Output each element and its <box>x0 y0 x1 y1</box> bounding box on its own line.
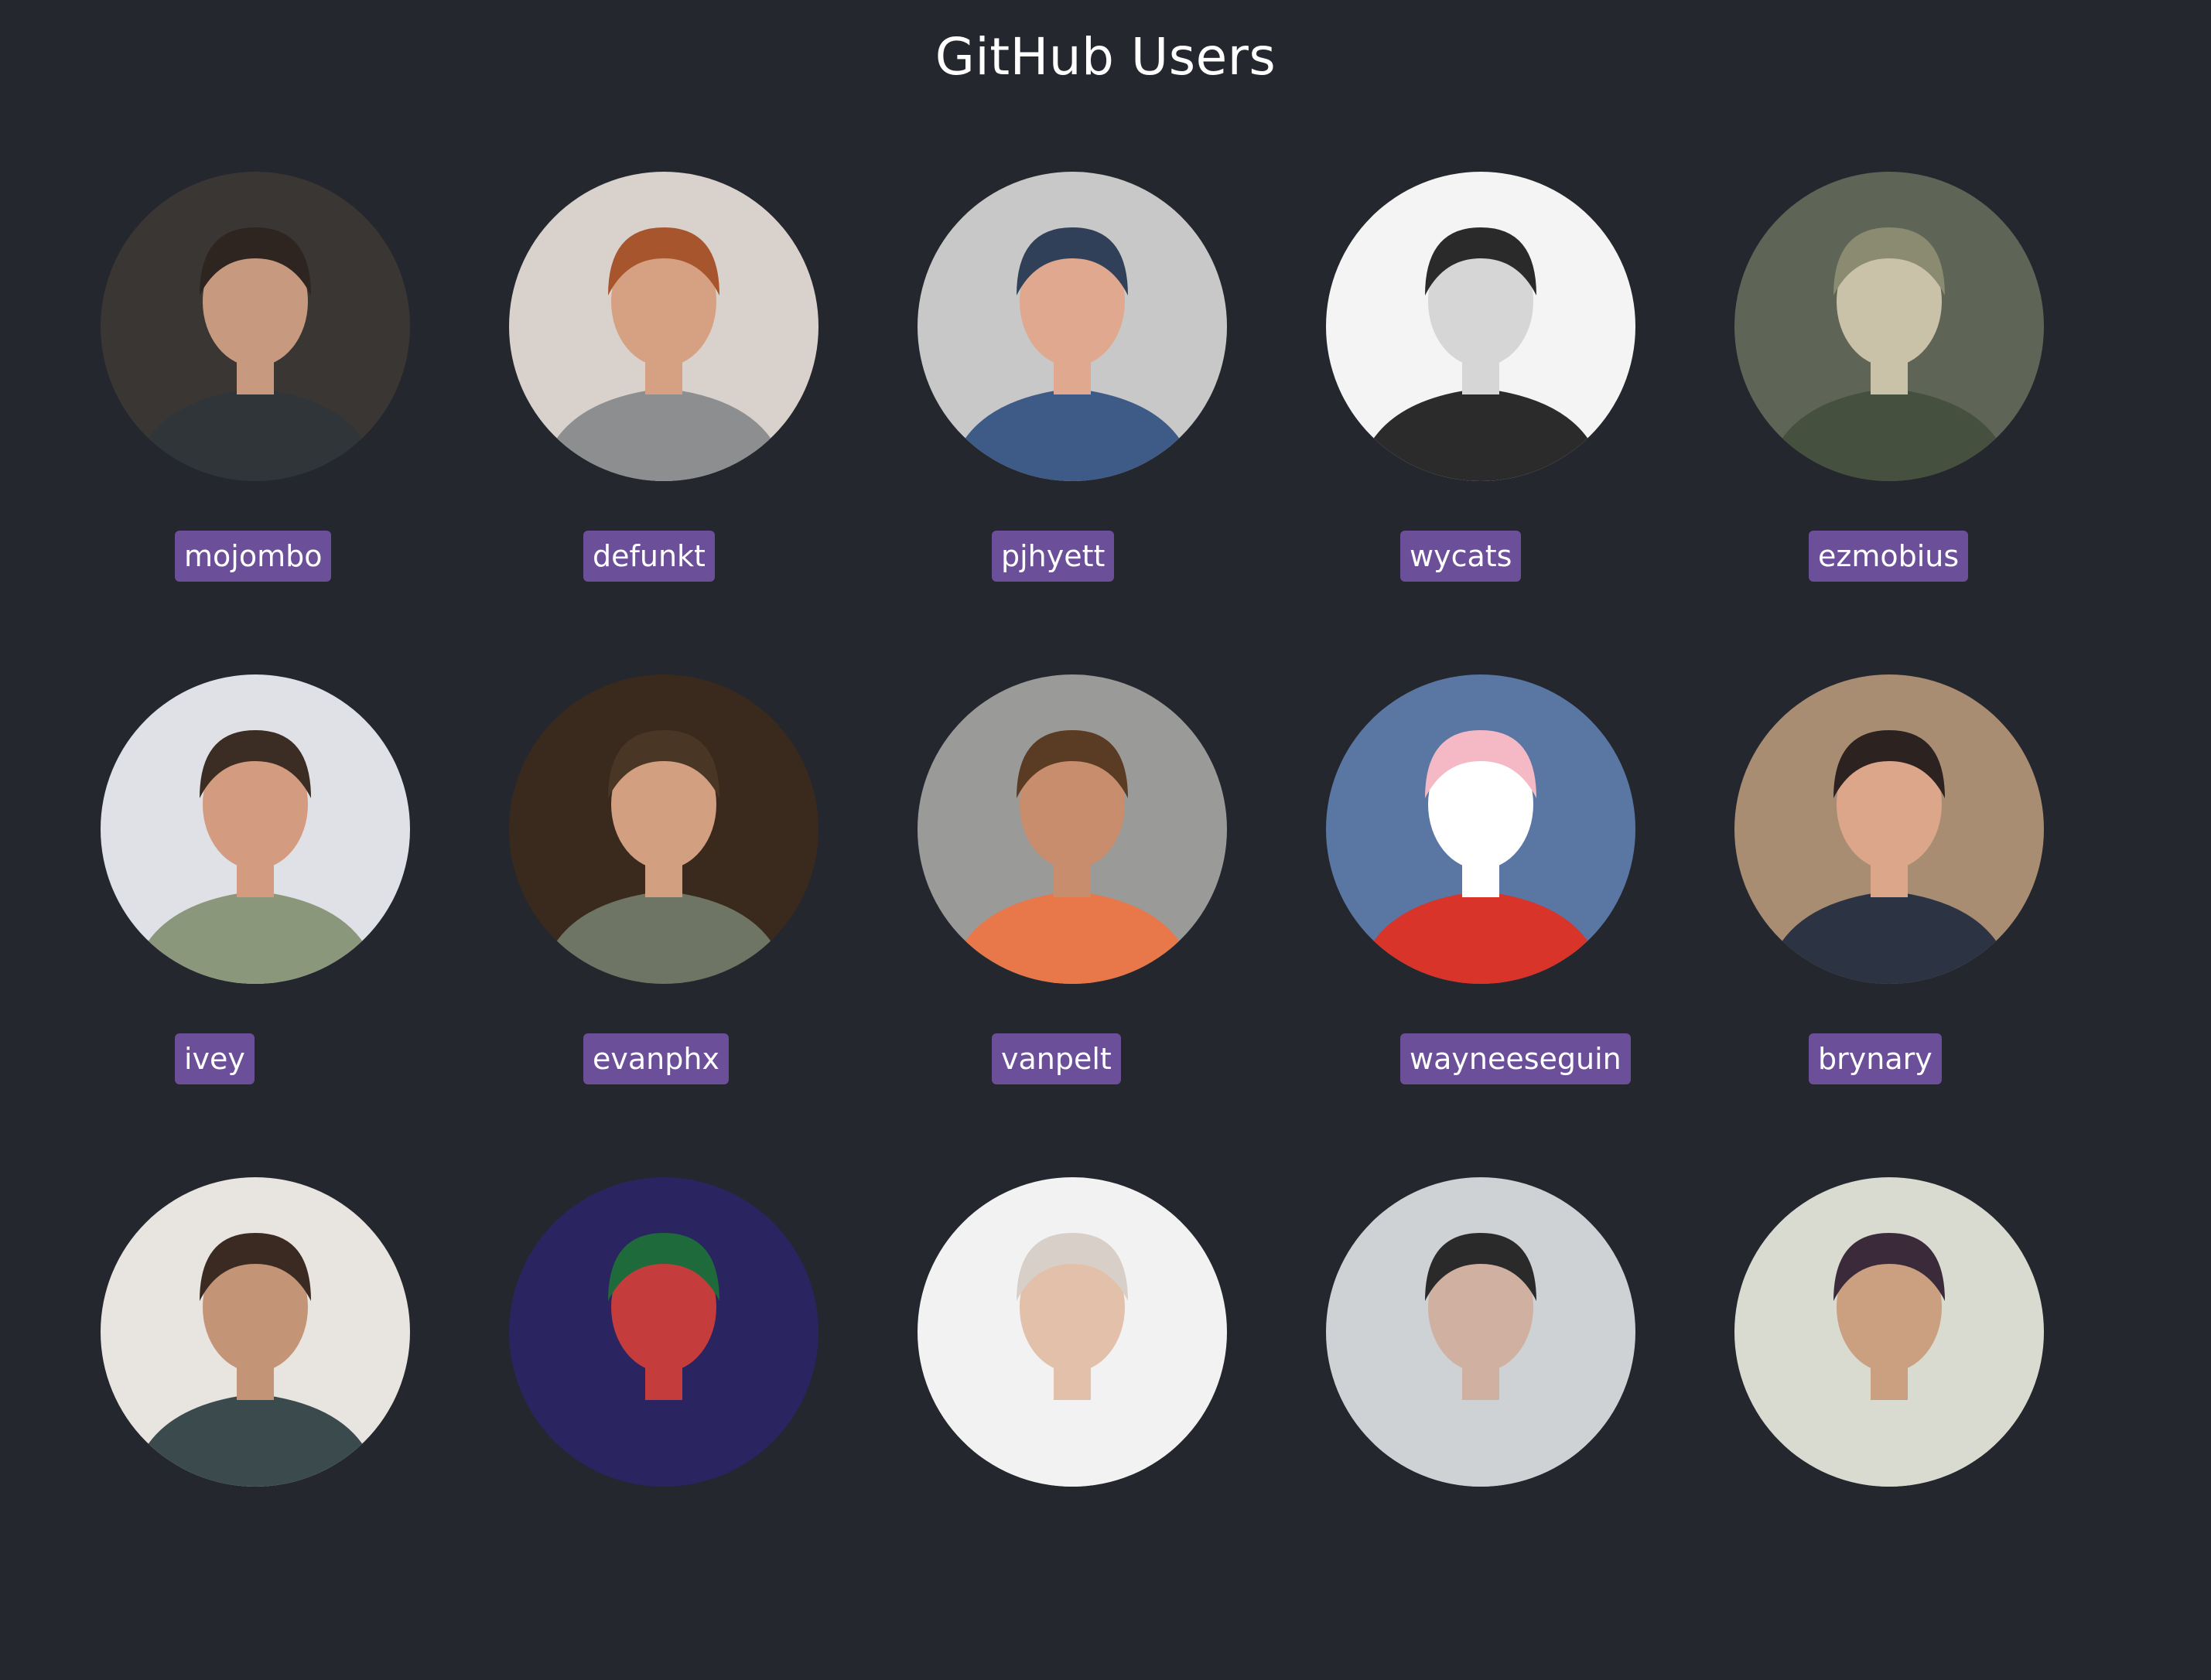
cartoon-mouse-icon-icon <box>1326 674 1635 984</box>
avatar[interactable] <box>101 1177 410 1487</box>
person-photo-icon <box>509 1177 818 1487</box>
avatar[interactable] <box>509 674 818 984</box>
avatar[interactable] <box>1734 172 2044 481</box>
page-title: GitHub Users <box>935 27 1276 87</box>
user-card: brynary <box>1734 674 2044 1177</box>
avatar[interactable] <box>1326 1177 1635 1487</box>
person-bw-photo-icon <box>1326 172 1635 481</box>
user-card: wycats <box>1326 172 1635 674</box>
user-card: ivey <box>101 674 410 1177</box>
avatar[interactable] <box>918 1177 1227 1487</box>
person-photo-icon <box>1734 1177 2044 1487</box>
user-card: defunkt <box>509 172 818 674</box>
username-label[interactable]: pjhyett <box>992 531 1115 582</box>
user-card: pjhyett <box>918 172 1227 674</box>
person-photo-icon <box>101 1177 410 1487</box>
person-windows-logo-photo-icon <box>918 674 1227 984</box>
avatar[interactable] <box>918 674 1227 984</box>
person-glasses-photo-icon <box>1734 674 2044 984</box>
person-photo-icon <box>101 172 410 481</box>
username-label[interactable]: ivey <box>175 1033 255 1084</box>
user-card <box>101 1177 410 1680</box>
person-sunglasses-photo-icon <box>509 172 818 481</box>
person-photo-icon <box>918 1177 1227 1487</box>
user-card: mojombo <box>101 172 410 674</box>
avatar[interactable] <box>918 172 1227 481</box>
alien-drawing-icon <box>1734 172 2044 481</box>
username-label[interactable]: brynary <box>1809 1033 1942 1084</box>
user-grid: mojombo defunkt pjhyett wycats ezmobius ivey e… <box>101 172 2211 1680</box>
user-card: wayneeseguin <box>1326 674 1635 1177</box>
username-label[interactable]: defunkt <box>583 531 715 582</box>
person-photo-icon <box>1326 1177 1635 1487</box>
username-label[interactable]: wycats <box>1400 531 1522 582</box>
user-card <box>509 1177 818 1680</box>
user-card <box>918 1177 1227 1680</box>
avatar[interactable] <box>1734 674 2044 984</box>
username-label[interactable]: mojombo <box>175 531 332 582</box>
avatar[interactable] <box>1326 172 1635 481</box>
avatar[interactable] <box>509 172 818 481</box>
avatar[interactable] <box>1734 1177 2044 1487</box>
user-card: ezmobius <box>1734 172 2044 674</box>
username-label[interactable]: evanphx <box>583 1033 729 1084</box>
person-cap-photo-icon <box>918 172 1227 481</box>
avatar[interactable] <box>101 674 410 984</box>
avatar[interactable] <box>1326 674 1635 984</box>
person-looking-down-photo-icon <box>101 674 410 984</box>
username-label[interactable]: wayneeseguin <box>1400 1033 1631 1084</box>
username-label[interactable]: vanpelt <box>992 1033 1121 1084</box>
user-card <box>1734 1177 2044 1680</box>
person-talking-photo-icon <box>509 674 818 984</box>
user-card <box>1326 1177 1635 1680</box>
user-card: vanpelt <box>918 674 1227 1177</box>
user-card: evanphx <box>509 674 818 1177</box>
username-label[interactable]: ezmobius <box>1809 531 1969 582</box>
avatar[interactable] <box>101 172 410 481</box>
avatar[interactable] <box>509 1177 818 1487</box>
